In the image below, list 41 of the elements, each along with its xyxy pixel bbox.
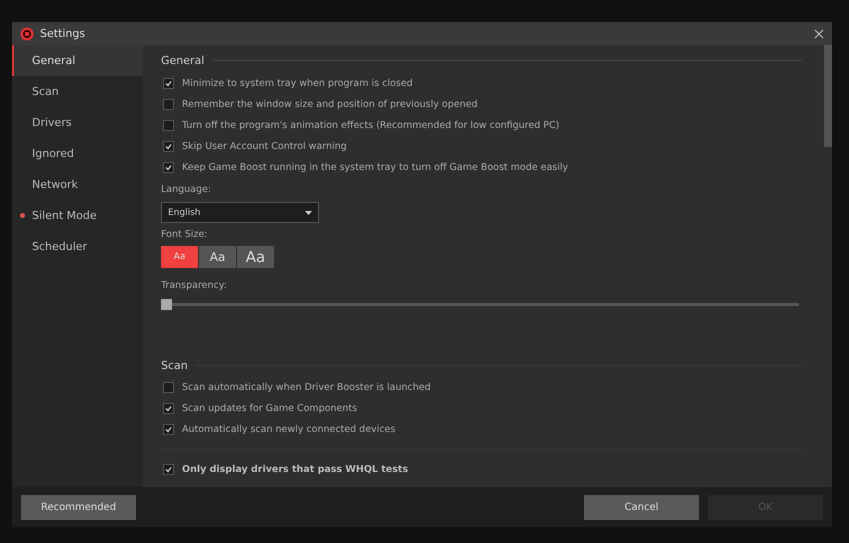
sidebar-item[interactable]: Silent Mode — [12, 200, 143, 231]
window-title: Settings — [40, 27, 86, 40]
sidebar-item[interactable]: Scheduler — [12, 231, 143, 262]
recommended-button[interactable]: Recommended — [21, 494, 136, 520]
font-size-button[interactable]: Aa — [199, 246, 236, 268]
option-label: Only display drivers that pass WHQL tests — [182, 464, 408, 475]
checkbox[interactable] — [163, 464, 174, 475]
font-size-button[interactable]: Aa — [237, 246, 274, 268]
field-label: Language: — [161, 184, 212, 195]
option-label: Remember the window size and position of previously opened — [182, 99, 478, 110]
slider-thumb[interactable] — [161, 299, 172, 310]
checkbox[interactable] — [163, 424, 174, 435]
checkbox[interactable] — [163, 382, 174, 393]
option-label: Automatically scan newly connected devices — [182, 424, 396, 435]
checkbox[interactable] — [163, 120, 174, 131]
app-logo-icon — [20, 26, 34, 40]
sidebar-item[interactable]: Network — [12, 169, 143, 200]
sidebar-item[interactable]: Ignored — [12, 138, 143, 169]
caret-icon — [305, 210, 312, 214]
scrollbar-thumb[interactable] — [824, 45, 832, 147]
cancel-button[interactable]: Cancel — [584, 494, 699, 520]
section-title: General — [161, 54, 204, 66]
language-dropdown[interactable]: English — [161, 202, 319, 223]
checkbox[interactable] — [163, 162, 174, 173]
field-label: Font Size: — [161, 229, 208, 240]
checkbox[interactable] — [163, 99, 174, 110]
checkbox[interactable] — [163, 141, 174, 152]
option-label: Keep Game Boost running in the system tray to turn off Game Boost mode easily — [182, 162, 568, 173]
option-label: Scan updates for Game Components — [182, 403, 358, 414]
option-label: Skip User Account Control warning — [182, 141, 347, 152]
sidebar-item[interactable]: Drivers — [12, 107, 143, 138]
option-label: Minimize to system tray when program is closed — [182, 78, 413, 89]
option-label: Turn off the program's animation effects (Recommended for low configured PC) — [182, 120, 560, 131]
sidebar-item[interactable]: General — [12, 45, 143, 76]
sidebar-item[interactable]: Scan — [12, 76, 143, 107]
option-label: Scan automatically when Driver Booster is launched — [182, 382, 431, 393]
field-label: Transparency: — [161, 280, 228, 291]
close-icon[interactable] — [814, 28, 824, 38]
section-title: Scan — [161, 358, 188, 372]
checkbox[interactable] — [163, 78, 174, 89]
checkbox[interactable] — [163, 403, 174, 414]
